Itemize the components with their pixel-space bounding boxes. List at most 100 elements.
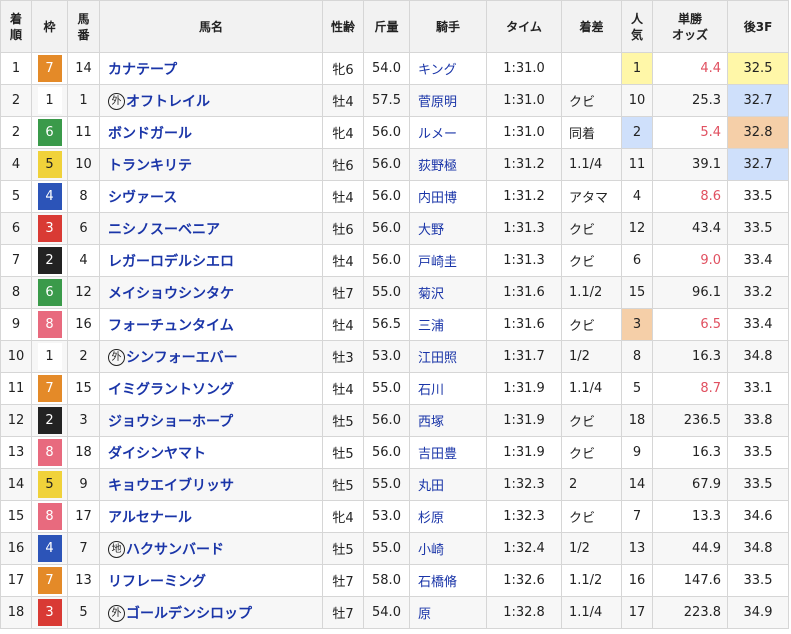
horse-name[interactable]: アルセナール xyxy=(108,510,192,526)
jockey-link[interactable]: 原 xyxy=(409,596,487,629)
horse-name-link[interactable]: ニシノスーベニア xyxy=(99,212,323,245)
jockey-link[interactable]: 菊沢 xyxy=(409,276,487,309)
header-umaban[interactable]: 馬 番 xyxy=(67,0,100,53)
odds-cell: 9.0 xyxy=(652,244,728,277)
jockey-link[interactable]: ルメー xyxy=(409,116,487,149)
umaban-cell: 16 xyxy=(67,308,100,341)
sex-age-cell: 牡4 xyxy=(322,84,364,117)
header-margin[interactable]: 着差 xyxy=(561,0,622,53)
horse-name-link[interactable]: キョウエイブリッサ xyxy=(99,468,323,501)
sex-age-cell: 牡5 xyxy=(322,532,364,565)
horse-name[interactable]: レガーロデルシエロ xyxy=(108,254,234,270)
margin-cell: クビ xyxy=(561,404,622,437)
rank-cell: 5 xyxy=(0,180,32,213)
popularity-cell: 9 xyxy=(621,436,653,469)
last-3f-cell: 34.8 xyxy=(727,532,789,565)
header-last-3f[interactable]: 後3F xyxy=(727,0,789,53)
header-jockey[interactable]: 騎手 xyxy=(409,0,487,53)
jockey-link[interactable]: キング xyxy=(409,52,487,85)
header-time[interactable]: タイム xyxy=(486,0,562,53)
jockey-link[interactable]: 石川 xyxy=(409,372,487,405)
table-row: 14 5 9 キョウエイブリッサ 牡5 55.0 丸田 1:32.3 2 14 67.9 33.5 xyxy=(0,468,789,501)
horse-name-link[interactable]: ダイシンヤマト xyxy=(99,436,323,469)
umaban-cell: 11 xyxy=(67,116,100,149)
last-3f-cell: 33.5 xyxy=(727,436,789,469)
horse-name-link[interactable]: アルセナール xyxy=(99,500,323,533)
jockey-link[interactable]: 江田照 xyxy=(409,340,487,373)
horse-name-link[interactable]: シヴァース xyxy=(99,180,323,213)
odds-cell: 67.9 xyxy=(652,468,728,501)
jockey-link[interactable]: 杉原 xyxy=(409,500,487,533)
jockey-link[interactable]: 戸崎圭 xyxy=(409,244,487,277)
horse-name-link[interactable]: トランキリテ xyxy=(99,148,323,181)
margin-cell: クビ xyxy=(561,84,622,117)
jockey-link[interactable]: 菅原明 xyxy=(409,84,487,117)
table-row: 6 3 6 ニシノスーベニア 牡6 56.0 大野 1:31.3 クビ 12 43.4 33.5 xyxy=(0,212,789,245)
horse-name[interactable]: シンフォーエバー xyxy=(126,350,238,366)
horse-name[interactable]: ハクサンバード xyxy=(126,542,224,558)
jockey-link[interactable]: 吉田豊 xyxy=(409,436,487,469)
horse-name[interactable]: シヴァース xyxy=(108,190,177,206)
weight-cell: 56.0 xyxy=(363,212,410,245)
horse-name[interactable]: カナテープ xyxy=(108,62,177,78)
horse-name[interactable]: ダイシンヤマト xyxy=(108,446,206,462)
horse-name[interactable]: ジョウショーホープ xyxy=(108,414,233,430)
jockey-link[interactable]: 荻野極 xyxy=(409,148,487,181)
header-horse-name[interactable]: 馬名 xyxy=(99,0,323,53)
horse-name[interactable]: メイショウシンタケ xyxy=(108,286,234,302)
horse-name-link[interactable]: 外オフトレイル xyxy=(99,84,323,117)
last-3f-cell: 33.5 xyxy=(727,180,789,213)
horse-name-link[interactable]: ボンドガール xyxy=(99,116,323,149)
rank-cell: 8 xyxy=(0,276,32,309)
jockey-link[interactable]: 内田博 xyxy=(409,180,487,213)
popularity-cell: 12 xyxy=(621,212,653,245)
jockey-link[interactable]: 丸田 xyxy=(409,468,487,501)
horse-name-link[interactable]: 外シンフォーエバー xyxy=(99,340,323,373)
waku-cell: 8 xyxy=(31,500,68,533)
header-weight[interactable]: 斤量 xyxy=(363,0,410,53)
horse-name-link[interactable]: イミグラントソング xyxy=(99,372,323,405)
last-3f-cell: 32.7 xyxy=(727,84,789,117)
horse-name[interactable]: フォーチュンタイム xyxy=(108,318,234,334)
time-cell: 1:32.8 xyxy=(486,596,562,629)
weight-cell: 56.0 xyxy=(363,244,410,277)
header-sex-age[interactable]: 性齢 xyxy=(322,0,364,53)
header-waku[interactable]: 枠 xyxy=(31,0,68,53)
horse-name[interactable]: オフトレイル xyxy=(126,94,210,110)
horse-name-link[interactable]: カナテープ xyxy=(99,52,323,85)
horse-name[interactable]: イミグラントソング xyxy=(108,382,234,398)
jockey-link[interactable]: 西塚 xyxy=(409,404,487,437)
horse-name-link[interactable]: リフレーミング xyxy=(99,564,323,597)
jockey-link[interactable]: 石橋脩 xyxy=(409,564,487,597)
last-3f-cell: 32.8 xyxy=(727,116,789,149)
header-popularity[interactable]: 人 気 xyxy=(621,0,653,53)
waku-cell: 3 xyxy=(31,212,68,245)
rank-cell: 14 xyxy=(0,468,32,501)
jockey-link[interactable]: 三浦 xyxy=(409,308,487,341)
horse-name-link[interactable]: 外ゴールデンシロップ xyxy=(99,596,323,629)
horse-name[interactable]: キョウエイブリッサ xyxy=(108,478,234,494)
horse-name-link[interactable]: レガーロデルシエロ xyxy=(99,244,323,277)
popularity-cell: 15 xyxy=(621,276,653,309)
horse-name-link[interactable]: フォーチュンタイム xyxy=(99,308,323,341)
last-3f-cell: 34.9 xyxy=(727,596,789,629)
jockey-link[interactable]: 大野 xyxy=(409,212,487,245)
horse-name-link[interactable]: ジョウショーホープ xyxy=(99,404,323,437)
jockey-link[interactable]: 小崎 xyxy=(409,532,487,565)
sex-age-cell: 牡4 xyxy=(322,372,364,405)
header-rank[interactable]: 着 順 xyxy=(0,0,32,53)
horse-name-link[interactable]: メイショウシンタケ xyxy=(99,276,323,309)
horse-name-link[interactable]: 地ハクサンバード xyxy=(99,532,323,565)
table-row: 5 4 8 シヴァース 牡4 56.0 内田博 1:31.2 アタマ 4 8.6 33.5 xyxy=(0,180,789,213)
horse-name[interactable]: ニシノスーベニア xyxy=(108,222,220,238)
umaban-cell: 4 xyxy=(67,244,100,277)
header-odds[interactable]: 単勝 オッズ xyxy=(652,0,728,53)
odds-cell: 44.9 xyxy=(652,532,728,565)
horse-name[interactable]: ゴールデンシロップ xyxy=(126,606,252,622)
umaban-cell: 13 xyxy=(67,564,100,597)
sex-age-cell: 牡4 xyxy=(322,308,364,341)
horse-name[interactable]: トランキリテ xyxy=(108,158,192,174)
last-3f-cell: 32.5 xyxy=(727,52,789,85)
horse-name[interactable]: ボンドガール xyxy=(108,126,192,142)
horse-name[interactable]: リフレーミング xyxy=(108,574,206,590)
